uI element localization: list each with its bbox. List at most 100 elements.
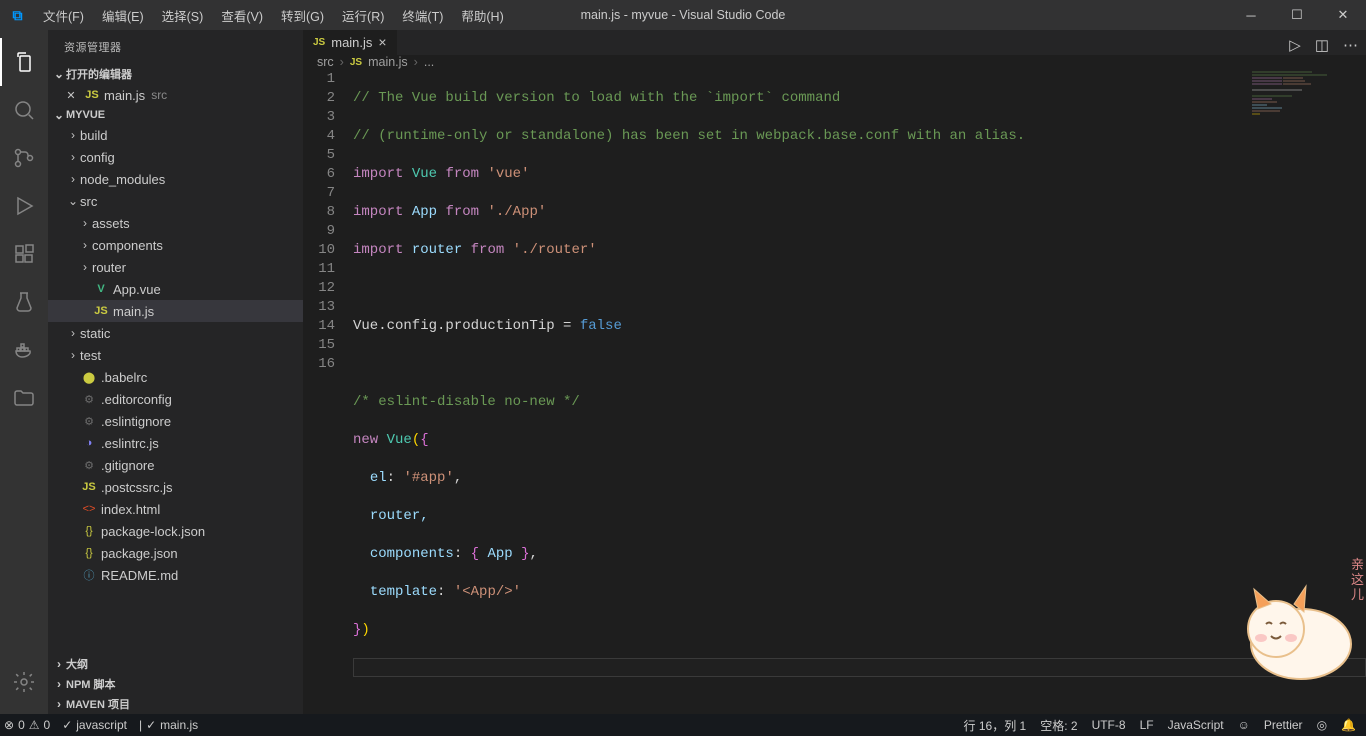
code-content[interactable]: // The Vue build version to load with th… (353, 70, 1366, 714)
js-icon: JS (313, 37, 325, 48)
folder-item[interactable]: ›build (48, 124, 303, 146)
code-editor[interactable]: 1234 5678 9101112 13141516 // The Vue bu… (303, 70, 1366, 714)
status-prettier[interactable]: Prettier (1264, 718, 1303, 732)
status-encoding[interactable]: UTF-8 (1092, 718, 1126, 732)
more-icon[interactable]: ⋯ (1343, 36, 1358, 54)
minimize-button[interactable]: ─ (1228, 0, 1274, 30)
breadcrumb-segment[interactable]: ... (424, 55, 434, 69)
status-language[interactable]: JavaScript (1168, 718, 1224, 732)
folder-label: config (80, 150, 115, 165)
tab-close-icon[interactable]: × (378, 34, 386, 50)
open-editor-item[interactable]: ✕ JS main.js src (48, 84, 303, 106)
json-icon: {} (80, 547, 98, 559)
vscode-logo-icon: ⧉ (0, 7, 35, 24)
file-label: .editorconfig (101, 392, 172, 407)
status-cursor[interactable]: 行 16，列 1 (964, 717, 1027, 734)
file-tree: ›build›config›node_modules⌄src›assets›co… (48, 124, 303, 586)
folder-item[interactable]: ›static (48, 322, 303, 344)
open-editors-list: ✕ JS main.js src (48, 84, 303, 106)
menu-help[interactable]: 帮助(H) (453, 0, 511, 31)
file-label: package-lock.json (101, 524, 205, 539)
file-item[interactable]: <>index.html (48, 498, 303, 520)
activity-bar (0, 30, 48, 714)
file-label: .postcssrc.js (101, 480, 173, 495)
folder-item[interactable]: ⌄src (48, 190, 303, 212)
settings-icon[interactable] (0, 658, 48, 706)
run-debug-icon[interactable] (0, 182, 48, 230)
breadcrumb[interactable]: src › JS main.js › ... (303, 55, 1366, 70)
menu-run[interactable]: 运行(R) (334, 0, 392, 31)
minimap[interactable] (1252, 70, 1352, 270)
explorer-icon[interactable] (0, 38, 48, 86)
source-control-icon[interactable] (0, 134, 48, 182)
close-button[interactable]: ✕ (1320, 0, 1366, 30)
window-title: main.js - myvue - Visual Studio Code (581, 8, 786, 22)
chevron-right-icon: › (52, 697, 66, 711)
chevron-right-icon: › (52, 677, 66, 691)
file-item[interactable]: JS.postcssrc.js (48, 476, 303, 498)
file-item[interactable]: ⬤.babelrc (48, 366, 303, 388)
outline-header[interactable]: › 大纲 (48, 654, 303, 674)
chevron-down-icon: ⌄ (66, 194, 80, 208)
menu-terminal[interactable]: 终端(T) (394, 0, 451, 31)
tab-main-js[interactable]: JS main.js × (303, 30, 398, 55)
run-icon[interactable]: ▷ (1289, 36, 1301, 54)
menu-go[interactable]: 转到(G) (273, 0, 332, 31)
file-item[interactable]: ⚙.editorconfig (48, 388, 303, 410)
folder-item[interactable]: ›test (48, 344, 303, 366)
file-item[interactable]: ◑.eslintrc.js (48, 432, 303, 454)
project-header[interactable]: ⌄ MYVUE (48, 106, 303, 124)
check-icon: ✓ (146, 718, 156, 732)
status-bell-icon[interactable]: 🔔 (1341, 718, 1356, 732)
search-icon[interactable] (0, 86, 48, 134)
file-item[interactable]: VApp.vue (48, 278, 303, 300)
testing-icon[interactable] (0, 278, 48, 326)
status-file[interactable]: | ✓main.js (139, 718, 198, 732)
eslint-icon: ◑ (80, 437, 98, 449)
editor-tabs: JS main.js × (303, 30, 1366, 55)
breadcrumb-segment[interactable]: main.js (368, 55, 408, 69)
status-language-mode[interactable]: ✓javascript (62, 718, 127, 732)
status-feedback-icon[interactable]: ☺ (1238, 718, 1250, 732)
menu-edit[interactable]: 编辑(E) (94, 0, 152, 31)
folder-item[interactable]: ›components (48, 234, 303, 256)
open-editor-path: src (151, 88, 167, 102)
js-icon: JS (83, 89, 101, 101)
status-indent[interactable]: 空格: 2 (1040, 717, 1077, 734)
status-eol[interactable]: LF (1140, 718, 1154, 732)
extensions-icon[interactable] (0, 230, 48, 278)
folder-item[interactable]: ›router (48, 256, 303, 278)
error-icon: ⊗ (4, 718, 14, 732)
folder-item[interactable]: ›node_modules (48, 168, 303, 190)
npm-header[interactable]: › NPM 脚本 (48, 674, 303, 694)
status-broadcast-icon[interactable]: ◎ (1317, 718, 1327, 732)
file-item[interactable]: ⚙.gitignore (48, 454, 303, 476)
info-icon: ⓘ (80, 567, 98, 583)
folder-item[interactable]: ›assets (48, 212, 303, 234)
folder-label: router (92, 260, 126, 275)
menu-bar: 文件(F) 编辑(E) 选择(S) 查看(V) 转到(G) 运行(R) 终端(T… (35, 0, 512, 31)
file-item[interactable]: ⚙.eslintignore (48, 410, 303, 432)
file-item[interactable]: ⓘREADME.md (48, 564, 303, 586)
maven-header[interactable]: › MAVEN 项目 (48, 694, 303, 714)
docker-icon[interactable] (0, 326, 48, 374)
folder-icon[interactable] (0, 374, 48, 422)
file-item[interactable]: {}package.json (48, 542, 303, 564)
chevron-right-icon: › (66, 150, 80, 164)
file-item[interactable]: JSmain.js (48, 300, 303, 322)
outline-label: 大纲 (66, 656, 88, 672)
folder-item[interactable]: ›config (48, 146, 303, 168)
menu-select[interactable]: 选择(S) (154, 0, 212, 31)
file-label: .babelrc (101, 370, 147, 385)
maximize-button[interactable]: ☐ (1274, 0, 1320, 30)
window-controls: ─ ☐ ✕ (1228, 0, 1366, 30)
split-editor-icon[interactable]: ◫ (1315, 36, 1329, 54)
chevron-right-icon: › (78, 216, 92, 230)
menu-file[interactable]: 文件(F) (35, 0, 92, 31)
file-item[interactable]: {}package-lock.json (48, 520, 303, 542)
open-editors-header[interactable]: ⌄ 打开的编辑器 (48, 64, 303, 84)
breadcrumb-segment[interactable]: src (317, 55, 334, 69)
menu-view[interactable]: 查看(V) (213, 0, 271, 31)
status-errors[interactable]: ⊗0 ⚠0 (4, 718, 50, 732)
close-icon[interactable]: ✕ (62, 89, 80, 102)
